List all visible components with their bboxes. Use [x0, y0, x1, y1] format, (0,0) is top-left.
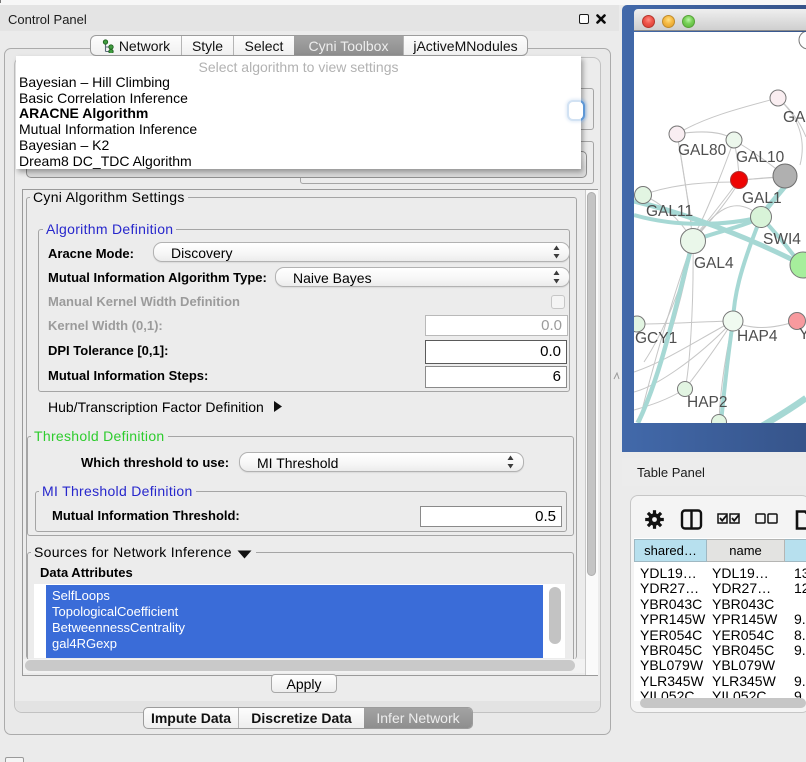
svg-text:GAL80: GAL80 — [678, 142, 727, 159]
svg-text:SWI4: SWI4 — [763, 231, 801, 248]
svg-text:GAL4: GAL4 — [694, 255, 734, 272]
svg-text:GAL11: GAL11 — [646, 203, 693, 220]
svg-text:GAL1: GAL1 — [742, 190, 782, 207]
svg-text:GAL10: GAL10 — [736, 149, 785, 166]
svg-text:HAP4: HAP4 — [737, 328, 778, 345]
svg-text:GCY1: GCY1 — [635, 330, 677, 347]
svg-text:GAL: GAL — [783, 109, 806, 126]
svg-text:HAP2: HAP2 — [687, 394, 728, 411]
svg-text:Y: Y — [799, 326, 806, 343]
